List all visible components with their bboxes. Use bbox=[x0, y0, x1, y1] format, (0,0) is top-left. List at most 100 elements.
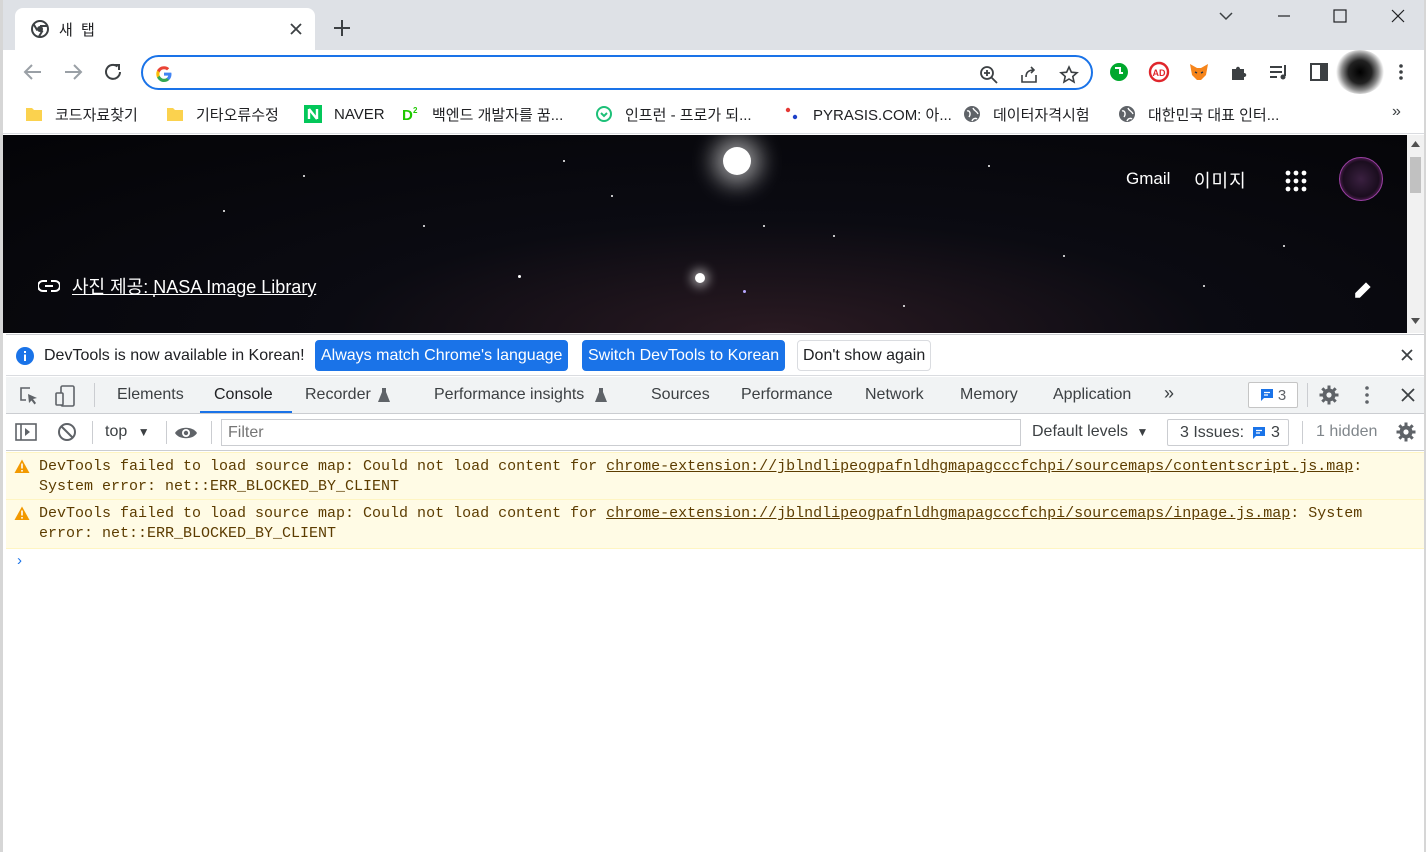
background-star bbox=[695, 273, 705, 283]
tab-recorder[interactable]: Recorder bbox=[305, 386, 371, 404]
side-panel-icon[interactable] bbox=[1308, 61, 1330, 83]
background-star bbox=[1063, 255, 1065, 257]
photo-credit-label: 사진 제공: NASA Image Library bbox=[72, 277, 317, 297]
customize-devtools-menu-icon[interactable] bbox=[1359, 385, 1375, 405]
share-icon[interactable] bbox=[1019, 65, 1039, 85]
tab-search-icon[interactable] bbox=[1211, 6, 1241, 26]
source-map-link[interactable]: chrome-extension://jblndlipeogpafnldhgma… bbox=[606, 458, 1353, 475]
new-tab-icon[interactable] bbox=[331, 17, 353, 39]
window-close-icon[interactable] bbox=[1383, 6, 1413, 26]
bookmark-star-icon[interactable] bbox=[1059, 65, 1079, 85]
tab-memory[interactable]: Memory bbox=[960, 386, 1018, 404]
page-scrollbar[interactable] bbox=[1407, 135, 1424, 333]
context-selector[interactable]: top ▼ bbox=[105, 423, 150, 441]
show-sidebar-icon[interactable] bbox=[15, 422, 37, 442]
live-expression-eye-icon[interactable] bbox=[174, 425, 198, 441]
more-tabs-button[interactable]: » bbox=[1164, 383, 1174, 404]
media-control-icon[interactable] bbox=[1268, 61, 1290, 83]
account-avatar[interactable] bbox=[1339, 157, 1383, 201]
toolbar-divider bbox=[211, 421, 212, 444]
minimize-icon[interactable] bbox=[1269, 6, 1299, 26]
google-apps-icon[interactable] bbox=[1284, 169, 1308, 193]
evernote-icon[interactable] bbox=[1108, 61, 1130, 83]
switch-to-korean-button[interactable]: Switch DevTools to Korean bbox=[582, 340, 786, 371]
close-infobar-icon[interactable] bbox=[1400, 348, 1414, 362]
warning-icon bbox=[14, 506, 30, 520]
bookmarks-overflow-button[interactable]: » bbox=[1392, 103, 1401, 121]
profile-avatar[interactable] bbox=[1335, 50, 1385, 94]
zoom-icon[interactable] bbox=[979, 65, 999, 85]
adblock-icon[interactable]: AD bbox=[1148, 61, 1170, 83]
device-toolbar-icon[interactable] bbox=[54, 384, 78, 408]
browser-window: 새 탭 AD 코드자료찾기 기타오류수정 NAVER D 2 백엔드 개발자를 … bbox=[0, 0, 1426, 852]
bookmark-item[interactable]: 인프런 - 프로가 되... bbox=[595, 103, 752, 125]
naver-icon bbox=[304, 105, 322, 123]
messages-badge[interactable]: 3 bbox=[1248, 382, 1298, 408]
images-link[interactable]: 이미지 bbox=[1194, 167, 1247, 193]
background-star bbox=[423, 225, 425, 227]
background-star bbox=[723, 147, 751, 175]
address-bar[interactable] bbox=[141, 55, 1093, 90]
background-star bbox=[303, 175, 305, 177]
dont-show-again-button[interactable]: Don't show again bbox=[797, 340, 932, 371]
omnibox-input[interactable] bbox=[181, 62, 961, 84]
bookmark-item[interactable]: NAVER bbox=[304, 103, 385, 125]
context-label: top bbox=[105, 423, 128, 440]
background-star bbox=[743, 290, 746, 293]
console-settings-gear-icon[interactable] bbox=[1396, 422, 1416, 442]
always-match-language-button[interactable]: Always match Chrome's language bbox=[315, 340, 569, 371]
tab-network[interactable]: Network bbox=[865, 386, 924, 404]
maximize-icon[interactable] bbox=[1325, 6, 1355, 26]
forward-icon[interactable] bbox=[61, 60, 85, 84]
photo-credit[interactable]: 사진 제공: NASA Image Library bbox=[38, 273, 316, 299]
d2-icon: D2 bbox=[402, 106, 418, 123]
clear-console-icon[interactable] bbox=[57, 422, 77, 442]
active-tab-indicator bbox=[200, 411, 292, 413]
devtools-language-infobar: DevTools is now available in Korean! Alw… bbox=[6, 334, 1424, 376]
console-filter-input[interactable] bbox=[221, 419, 1021, 446]
issues-button[interactable]: 3 Issues: 3 bbox=[1167, 419, 1289, 446]
bookmark-item[interactable]: 기타오류수정 bbox=[166, 103, 279, 125]
bookmark-item[interactable]: 코드자료찾기 bbox=[25, 103, 138, 125]
bookmark-label: NAVER bbox=[334, 105, 385, 123]
close-devtools-icon[interactable] bbox=[1400, 387, 1416, 403]
bookmark-item[interactable]: 대한민국 대표 인터... bbox=[1118, 103, 1279, 125]
chrome-menu-icon[interactable] bbox=[1391, 62, 1411, 82]
background-star bbox=[988, 165, 990, 167]
metamask-icon[interactable] bbox=[1188, 61, 1210, 83]
customize-pencil-icon[interactable] bbox=[1353, 280, 1373, 300]
tab-performance[interactable]: Performance bbox=[741, 386, 833, 404]
issues-badge: 3 bbox=[1252, 424, 1280, 442]
source-map-link[interactable]: chrome-extension://jblndlipeogpafnldhgma… bbox=[606, 505, 1290, 522]
gmail-link[interactable]: Gmail bbox=[1126, 169, 1170, 189]
pyrasis-icon bbox=[785, 107, 798, 120]
log-levels-dropdown[interactable]: Default levels ▼ bbox=[1032, 423, 1148, 441]
back-icon[interactable] bbox=[21, 60, 45, 84]
tab-sources[interactable]: Sources bbox=[651, 386, 710, 404]
tab-title: 새 탭 bbox=[59, 22, 97, 39]
inspect-element-icon[interactable] bbox=[18, 385, 40, 407]
reload-icon[interactable] bbox=[101, 60, 125, 84]
tab-elements[interactable]: Elements bbox=[117, 386, 184, 404]
warning-icon bbox=[14, 459, 30, 473]
tab-application[interactable]: Application bbox=[1053, 386, 1131, 404]
scroll-up-icon[interactable] bbox=[1411, 141, 1420, 147]
settings-gear-icon[interactable] bbox=[1319, 385, 1339, 405]
svg-text:D: D bbox=[402, 107, 413, 123]
extensions-puzzle-icon[interactable] bbox=[1228, 61, 1250, 83]
scroll-down-icon[interactable] bbox=[1411, 318, 1420, 324]
tab-new-tab[interactable]: 새 탭 bbox=[15, 8, 315, 50]
bookmark-label: PYRASIS.COM: 아... bbox=[813, 106, 952, 124]
bookmark-item[interactable]: D2 백엔드 개발자를 꿈... bbox=[402, 103, 563, 125]
tab-performance-insights[interactable]: Performance insights bbox=[434, 386, 584, 404]
chrome-icon bbox=[31, 20, 49, 38]
bookmark-item[interactable]: PYRASIS.COM: 아... bbox=[783, 103, 952, 125]
tab-console[interactable]: Console bbox=[214, 386, 273, 404]
experimental-flask-icon bbox=[378, 388, 390, 402]
bookmark-label: 데이터자격시험 bbox=[993, 106, 1090, 124]
scrollbar-thumb[interactable] bbox=[1410, 157, 1421, 193]
close-tab-icon[interactable] bbox=[287, 20, 305, 38]
background-star bbox=[611, 195, 613, 197]
bookmark-item[interactable]: 데이터자격시험 bbox=[963, 103, 1090, 125]
console-prompt[interactable]: › bbox=[17, 552, 22, 569]
